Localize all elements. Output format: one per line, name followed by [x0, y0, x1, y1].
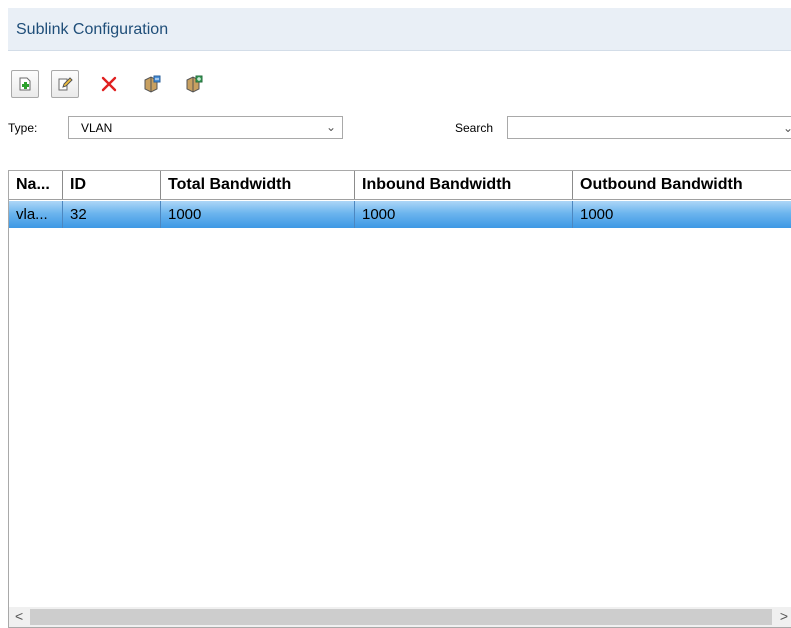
cell-inbound-bandwidth: 1000 — [355, 201, 573, 228]
export-icon — [185, 74, 205, 94]
column-header-id[interactable]: ID — [63, 171, 161, 199]
column-header-inbound-bandwidth[interactable]: Inbound Bandwidth — [355, 171, 573, 199]
add-button[interactable] — [11, 70, 39, 98]
edit-icon — [57, 76, 73, 92]
type-value: VLAN — [81, 121, 113, 135]
edit-button[interactable] — [51, 70, 79, 98]
horizontal-scrollbar[interactable]: < > — [9, 607, 791, 627]
delete-icon — [100, 75, 118, 93]
column-header-outbound-bandwidth[interactable]: Outbound Bandwidth — [573, 171, 791, 199]
import-icon — [143, 74, 163, 94]
column-header-name[interactable]: Na... — [9, 171, 63, 199]
panel-header: Sublink Configuration — [8, 8, 791, 51]
search-combobox[interactable]: ⌄ — [507, 116, 791, 139]
cell-id: 32 — [63, 201, 161, 228]
table-row[interactable]: vla... 32 1000 1000 1000 — [9, 201, 791, 228]
search-label: Search — [455, 121, 494, 135]
cell-name: vla... — [9, 201, 63, 228]
scroll-right-button[interactable]: > — [780, 608, 788, 624]
cell-outbound-bandwidth: 1000 — [580, 206, 614, 223]
sublink-table: Na... ID Total Bandwidth Inbound Bandwid… — [8, 170, 791, 628]
chevron-down-icon: ⌄ — [782, 121, 791, 135]
type-label: Type: — [8, 121, 38, 135]
column-header-total-bandwidth[interactable]: Total Bandwidth — [161, 171, 355, 199]
import-button[interactable] — [139, 70, 167, 98]
chevron-down-icon: ⌄ — [325, 120, 336, 134]
cell-total-bandwidth: 1000 — [161, 201, 355, 228]
type-dropdown[interactable]: VLAN ⌄ — [68, 116, 343, 139]
table-header: Na... ID Total Bandwidth Inbound Bandwid… — [9, 171, 791, 200]
scroll-left-button[interactable]: < — [15, 608, 23, 624]
scrollbar-thumb[interactable] — [30, 609, 772, 625]
panel-title: Sublink Configuration — [16, 21, 169, 38]
delete-button[interactable] — [95, 70, 123, 98]
add-icon — [17, 76, 33, 92]
export-button[interactable] — [181, 70, 209, 98]
